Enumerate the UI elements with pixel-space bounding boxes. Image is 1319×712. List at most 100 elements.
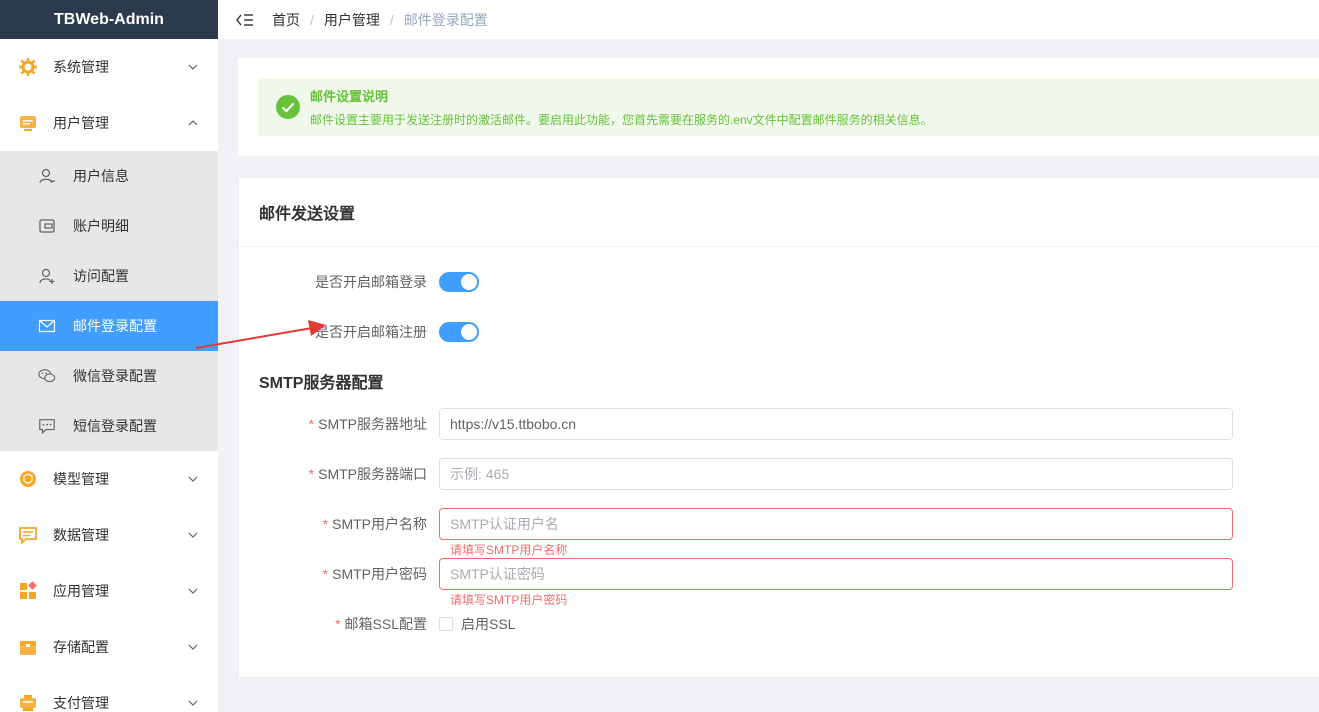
menu-storage-config[interactable]: 存储配置 [0,619,218,675]
mail-login-switch[interactable] [439,272,479,292]
apps-icon [18,581,38,601]
top-navbar: 首页 / 用户管理 / 邮件登录配置 [218,0,1319,39]
sidebar-item-access-config[interactable]: 访问配置 [0,251,218,301]
breadcrumb-home[interactable]: 首页 [272,10,300,30]
menu-label: 支付管理 [53,695,109,711]
chevron-down-icon [188,588,198,594]
menu-model-management[interactable]: 模型管理 [0,451,218,507]
user-add-icon [38,267,56,285]
wallet-icon [38,217,56,235]
user-submenu: 用户信息 账户明细 访问配置 邮件登录配置 微信登录配置 短信登录配置 [0,151,218,451]
info-card: 邮件设置说明 邮件设置主要用于发送注册时的激活邮件。要启用此功能，您首先需要在服… [238,58,1319,156]
breadcrumb-separator: / [310,11,314,28]
wechat-icon [38,367,56,385]
box-icon [18,637,38,657]
menu-system-management[interactable]: 系统管理 [0,39,218,95]
required-asterisk: * [308,466,315,482]
menu-label: 存储配置 [53,639,109,655]
menu-label: 模型管理 [53,471,109,487]
sidebar-item-sms-login-config[interactable]: 短信登录配置 [0,401,218,451]
menu-user-management[interactable]: 用户管理 [0,95,218,151]
mail-register-label: 是否开启邮箱注册 [315,324,427,340]
brand-logo: TBWeb-Admin [0,0,218,39]
label-text: 邮箱SSL配置 [344,616,427,632]
chevron-down-icon [188,476,198,482]
chevron-down-icon [188,644,198,650]
switch-knob [461,274,477,290]
sidebar-item-account-details[interactable]: 账户明细 [0,201,218,251]
sidebar-item-wechat-login-config[interactable]: 微信登录配置 [0,351,218,401]
label-text: SMTP用户名称 [332,516,427,532]
sidebar-item-user-info[interactable]: 用户信息 [0,151,218,201]
form-row-smtp-host: * SMTP服务器地址 https://v15.ttbobo.cn [239,408,1319,440]
smtp-port-label: * SMTP服务器端口 [239,464,439,484]
smtp-user-label: * SMTP用户名称 [239,514,439,534]
sidebar-item-label: 邮件登录配置 [73,318,157,334]
smtp-user-error: 请填写SMTP用户名称 [450,543,568,557]
switch-knob [461,324,477,340]
breadcrumb-current: 邮件登录配置 [403,11,488,28]
menu-data-management[interactable]: 数据管理 [0,507,218,563]
required-asterisk: * [322,566,329,582]
form-row-smtp-port: * SMTP服务器端口 示例: 465 [239,458,1319,490]
mail-login-label: 是否开启邮箱登录 [315,274,427,290]
menu-label: 系统管理 [53,59,109,75]
label-text: SMTP用户密码 [332,566,427,582]
required-asterisk: * [308,416,315,432]
cube-icon [18,469,38,489]
label-text: SMTP服务器端口 [318,466,427,482]
sidebar-item-label: 微信登录配置 [73,368,157,384]
card-title: 邮件发送设置 [239,178,1319,247]
menu-label: 用户管理 [53,115,109,131]
payment-icon [18,693,38,712]
chevron-down-icon [188,532,198,538]
form-row-smtp-pass: * SMTP用户密码 SMTP认证密码 [239,558,1319,590]
sidebar-item-label: 用户信息 [73,168,129,184]
sidebar: TBWeb-Admin 系统管理 用户管理 用户信息 账户明细 访问配置 邮件登… [0,0,218,712]
ssl-checkbox-label[interactable]: 启用SSL [461,614,515,634]
chevron-down-icon [188,700,198,706]
sidebar-item-label: 访问配置 [73,268,129,284]
sidebar-item-label: 账户明细 [73,218,129,234]
chevron-up-icon [188,120,198,126]
breadcrumb-separator: / [389,11,394,28]
smtp-host-label: * SMTP服务器地址 [239,414,439,434]
mail-register-switch[interactable] [439,322,479,342]
smtp-section-title: SMTP服务器配置 [259,375,384,392]
smtp-host-input[interactable]: https://v15.ttbobo.cn [439,408,1233,440]
mail-icon [38,317,56,335]
success-alert: 邮件设置说明 邮件设置主要用于发送注册时的激活邮件。要启用此功能，您首先需要在服… [258,78,1319,136]
chevron-down-icon [188,64,198,70]
required-asterisk: * [322,516,329,532]
smtp-port-input[interactable]: 示例: 465 [439,458,1233,490]
alert-title: 邮件设置说明 [310,89,389,104]
smtp-user-input[interactable]: SMTP认证用户名 [439,508,1233,540]
user-management-icon [18,113,38,133]
required-asterisk: * [335,616,341,632]
ssl-label: * 邮箱SSL配置 [239,614,439,634]
message-box-icon [18,525,38,545]
smtp-pass-input[interactable]: SMTP认证密码 [439,558,1233,590]
sidebar-item-mail-login-config[interactable]: 邮件登录配置 [0,301,218,351]
menu-app-management[interactable]: 应用管理 [0,563,218,619]
check-circle-icon [276,95,300,119]
smtp-pass-error: 请填写SMTP用户密码 [450,593,568,607]
alert-description: 邮件设置主要用于发送注册时的激活邮件。要启用此功能，您首先需要在服务的.env文… [310,113,933,127]
form-row-mail-login: 是否开启邮箱登录 [239,272,1319,292]
chat-dots-icon [38,417,56,435]
smtp-pass-label: * SMTP用户密码 [239,564,439,584]
breadcrumb-user-management[interactable]: 用户管理 [324,10,380,30]
gear-icon [18,57,38,77]
menu-label: 应用管理 [53,583,109,599]
form-row-mail-register: 是否开启邮箱注册 [239,322,1319,342]
menu-payment-management[interactable]: 支付管理 [0,675,218,712]
user-info-icon [38,167,56,185]
form-row-smtp-user: * SMTP用户名称 SMTP认证用户名 [239,508,1319,540]
mail-settings-card: 邮件发送设置 是否开启邮箱登录 是否开启邮箱注册 SMTP服务器配置 * SMTP… [238,177,1319,678]
ssl-checkbox[interactable] [439,617,453,631]
menu-label: 数据管理 [53,527,109,543]
sidebar-item-label: 短信登录配置 [73,418,157,434]
menu-fold-icon[interactable] [236,13,254,27]
label-text: SMTP服务器地址 [318,416,427,432]
form-row-ssl: * 邮箱SSL配置 启用SSL [239,614,1319,634]
